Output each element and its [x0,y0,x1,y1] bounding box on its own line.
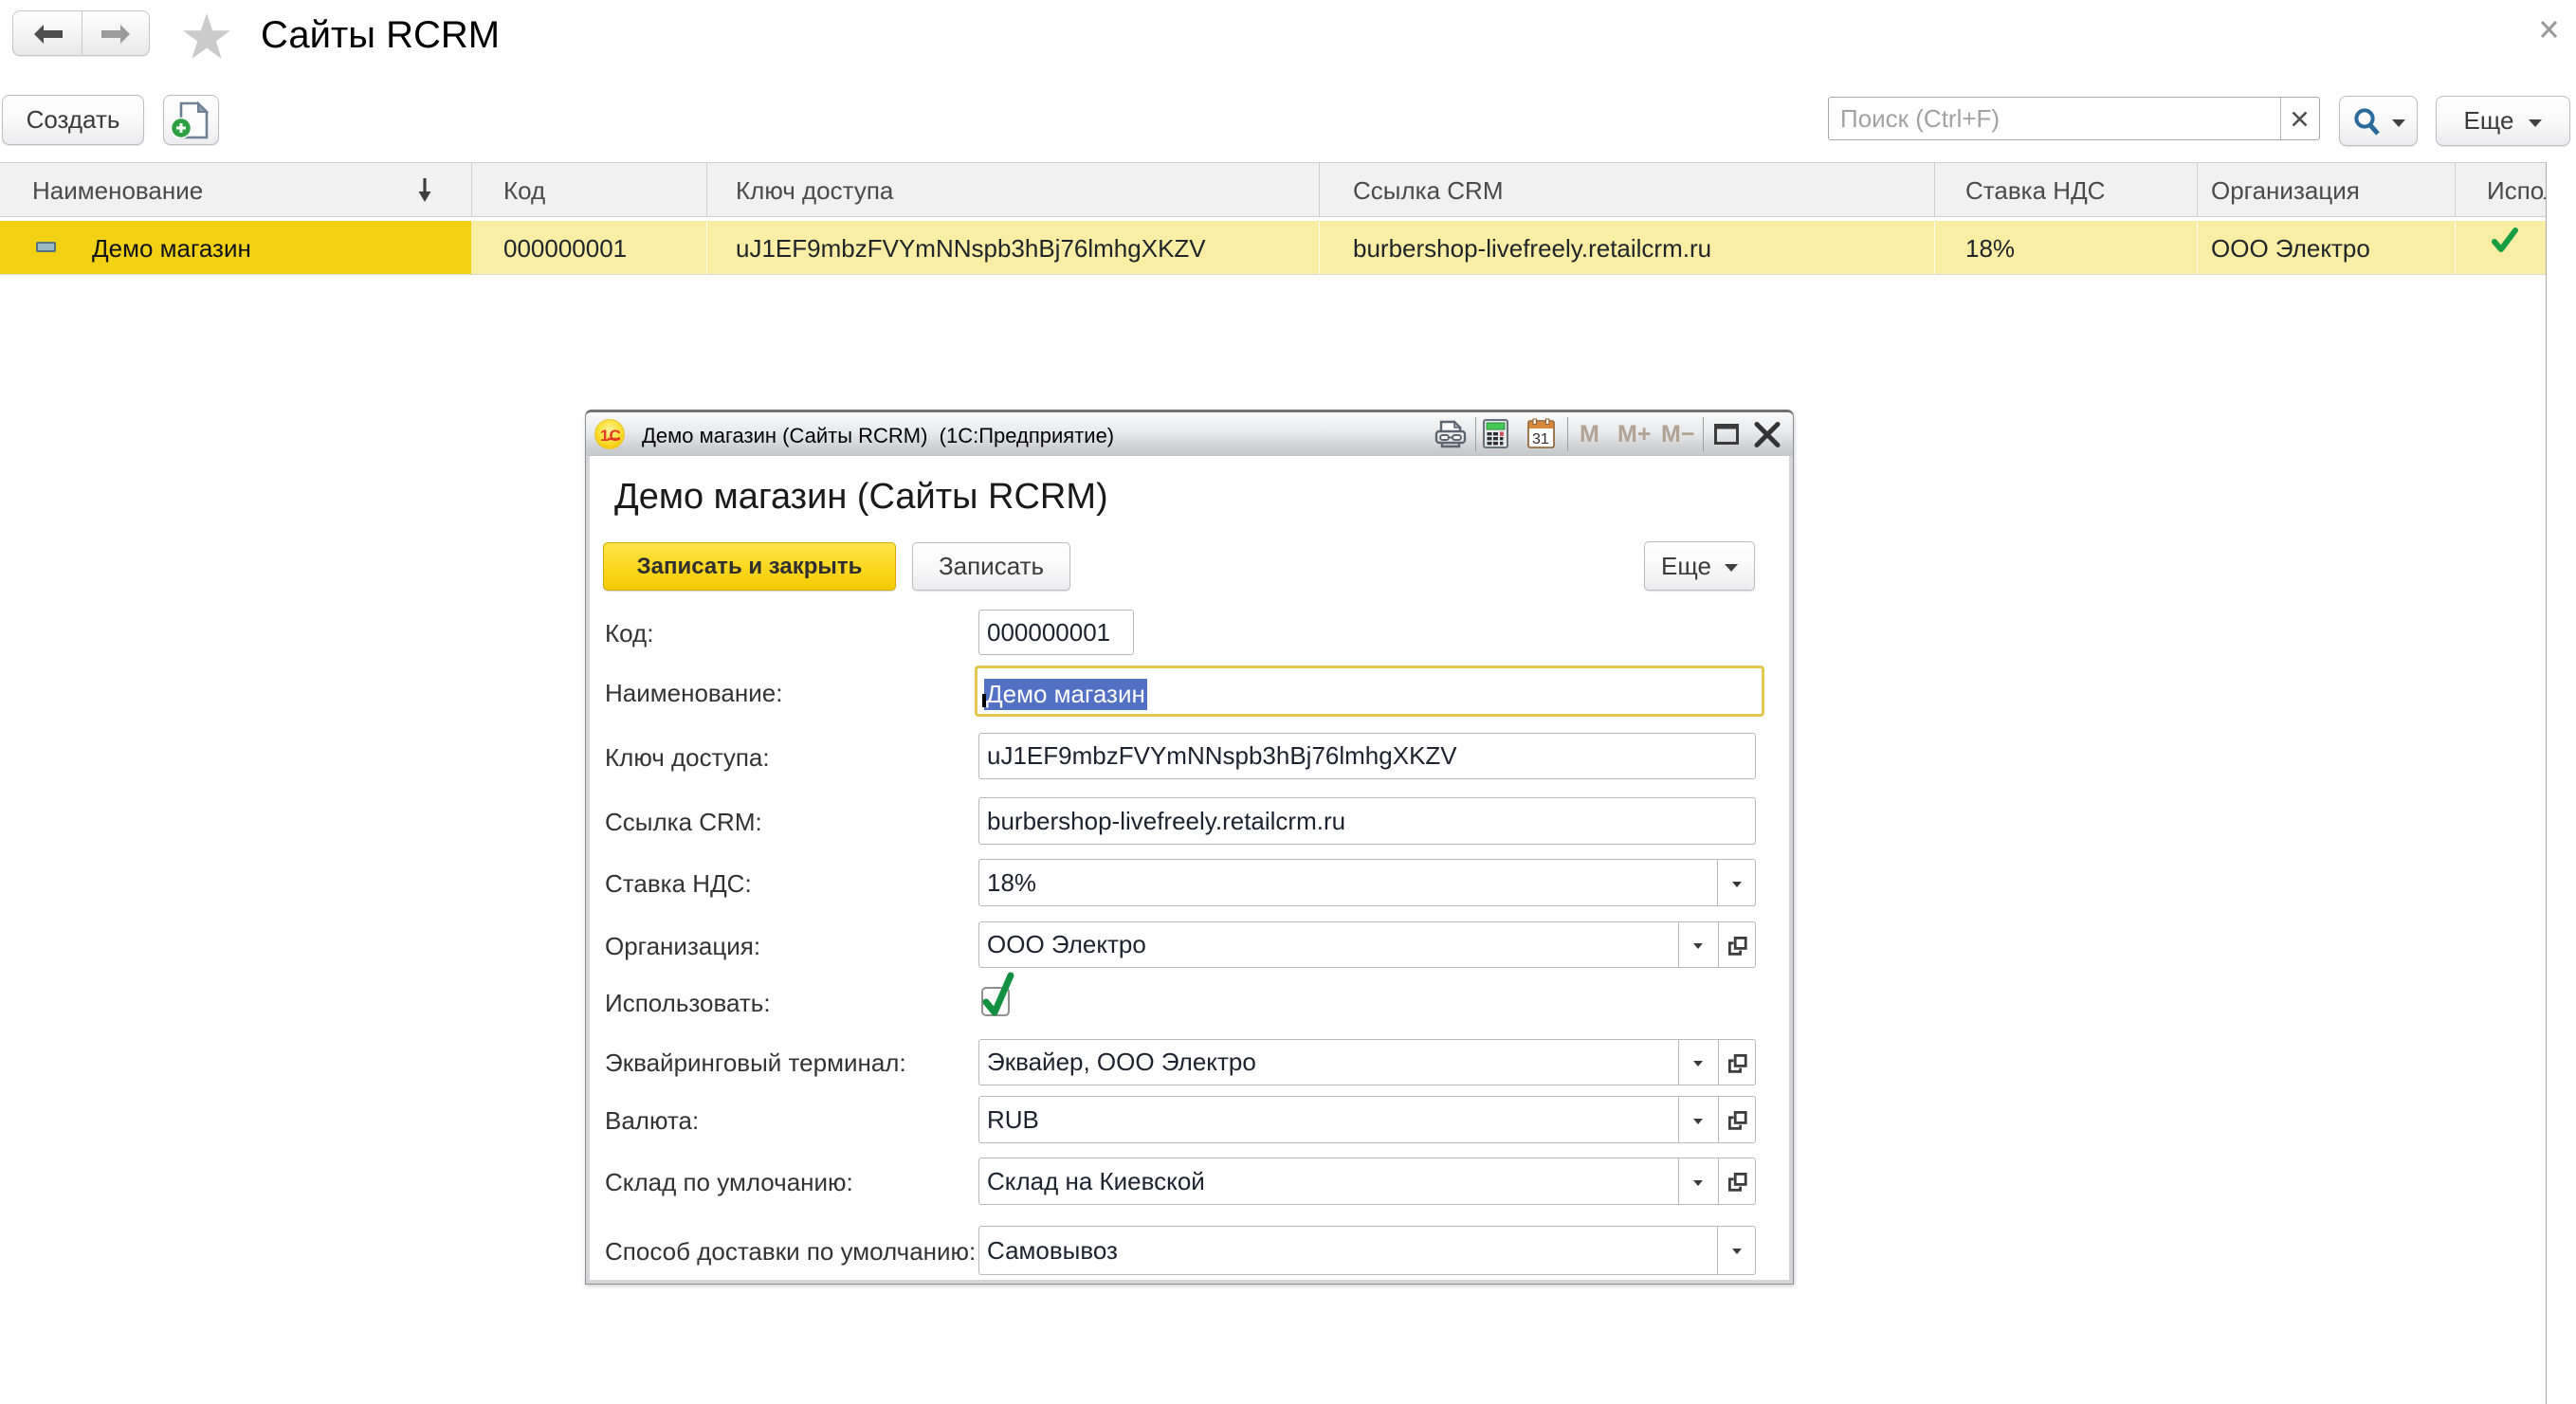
svg-text:31: 31 [1532,431,1549,447]
svg-text:1С: 1С [600,427,621,445]
